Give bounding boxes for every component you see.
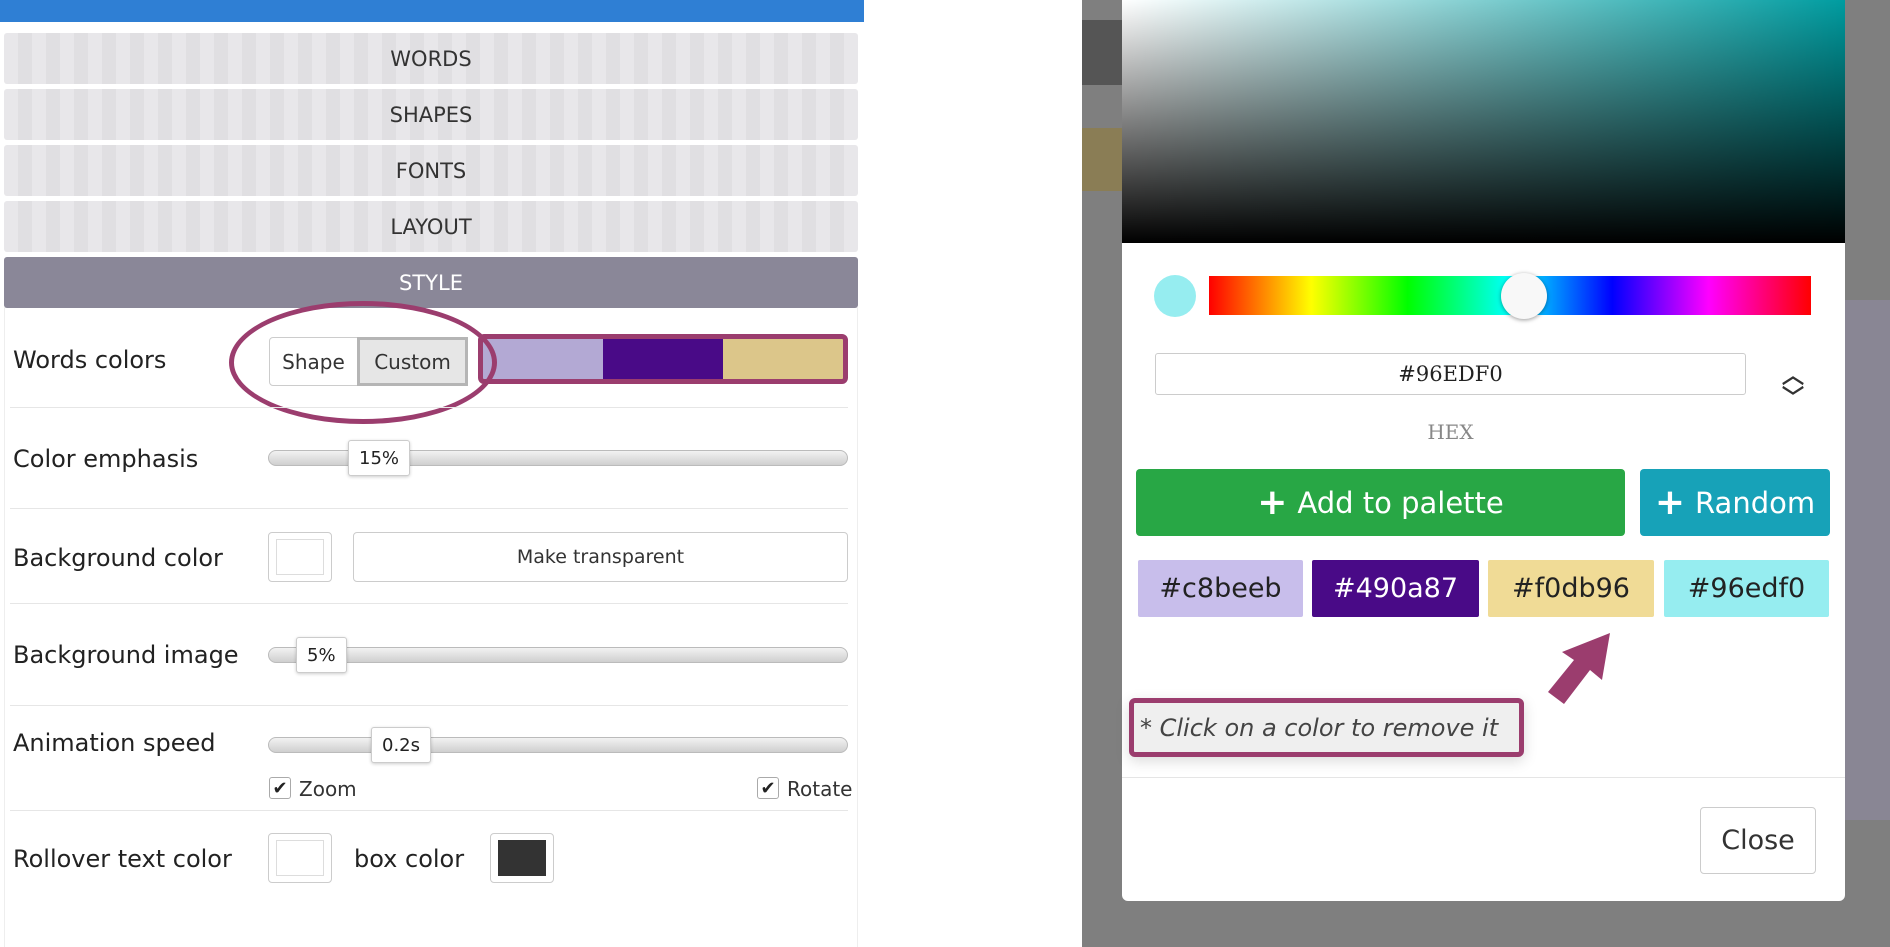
background-image-label: Background image: [13, 641, 239, 669]
format-toggle-chevrons[interactable]: ︿ ﹀: [1782, 366, 1804, 410]
format-label: HEX: [1427, 420, 1474, 444]
color-picker-modal: ︿﹀ HEX + Add to palette + Random #c8beeb #…: [1122, 0, 1845, 901]
divider: [10, 508, 848, 509]
backdrop-block: [1082, 128, 1122, 191]
divider: [10, 603, 848, 604]
remove-color-note: * Click on a color to remove it: [1129, 698, 1524, 757]
random-label: Random: [1695, 485, 1816, 520]
divider: [10, 705, 848, 706]
background-image-thumb[interactable]: 5%: [296, 637, 347, 673]
divider: [10, 407, 848, 408]
close-button[interactable]: Close: [1700, 807, 1816, 874]
palette-swatch[interactable]: #c8beeb: [1138, 560, 1303, 617]
make-transparent-button[interactable]: Make transparent: [353, 532, 848, 582]
hex-input[interactable]: [1155, 353, 1746, 395]
random-button[interactable]: + Random: [1640, 469, 1830, 536]
rollover-text-color-label: Rollover text color: [13, 845, 232, 873]
palette-swatch[interactable]: #96edf0: [1664, 560, 1829, 617]
box-color-swatch[interactable]: [490, 833, 554, 883]
palette-swatch[interactable]: #490a87: [1312, 560, 1479, 617]
plus-icon: +: [1654, 482, 1686, 523]
current-color-preview: [1154, 275, 1196, 317]
options-highlight-ellipse: [229, 301, 497, 424]
background-image-slider[interactable]: [268, 647, 848, 663]
accordion-shapes[interactable]: SHAPES: [4, 89, 858, 140]
background-color-swatch[interactable]: [268, 532, 332, 582]
animation-speed-label: Animation speed: [13, 729, 216, 757]
words-colors-label: Words colors: [13, 346, 167, 374]
color-emphasis-thumb[interactable]: 15%: [348, 440, 411, 476]
rotate-checkbox[interactable]: ✔: [757, 777, 779, 799]
divider: [1122, 777, 1845, 778]
palette-swatch[interactable]: #f0db96: [1488, 560, 1654, 617]
accordion-layout[interactable]: LAYOUT: [4, 201, 858, 252]
zoom-checkbox[interactable]: ✔: [269, 777, 291, 799]
zoom-label: Zoom: [299, 777, 357, 801]
pointer-arrow-icon: [1548, 633, 1610, 704]
accordion-fonts[interactable]: FONTS: [4, 145, 858, 196]
hue-thumb[interactable]: [1501, 273, 1547, 319]
saturation-value-area[interactable]: [1122, 0, 1845, 243]
background-color-label: Background color: [13, 544, 223, 572]
accordion-style[interactable]: STYLE: [4, 257, 858, 308]
accordion-words[interactable]: WORDS: [4, 33, 858, 84]
backdrop-block: [1082, 20, 1122, 85]
rotate-label: Rotate: [787, 777, 853, 801]
add-to-palette-button[interactable]: + Add to palette: [1136, 469, 1625, 536]
top-bar: [0, 0, 864, 22]
palette-highlight: [478, 334, 848, 384]
box-color-label: box color: [354, 845, 465, 873]
rollover-text-color-swatch[interactable]: [268, 833, 332, 883]
animation-speed-thumb[interactable]: 0.2s: [371, 727, 432, 763]
plus-icon: +: [1257, 482, 1288, 523]
word-cloud-preview: [1842, 300, 1890, 820]
color-emphasis-label: Color emphasis: [13, 445, 199, 473]
divider: [10, 810, 848, 811]
add-to-palette-label: Add to palette: [1297, 485, 1504, 520]
animation-speed-slider[interactable]: [268, 737, 848, 753]
